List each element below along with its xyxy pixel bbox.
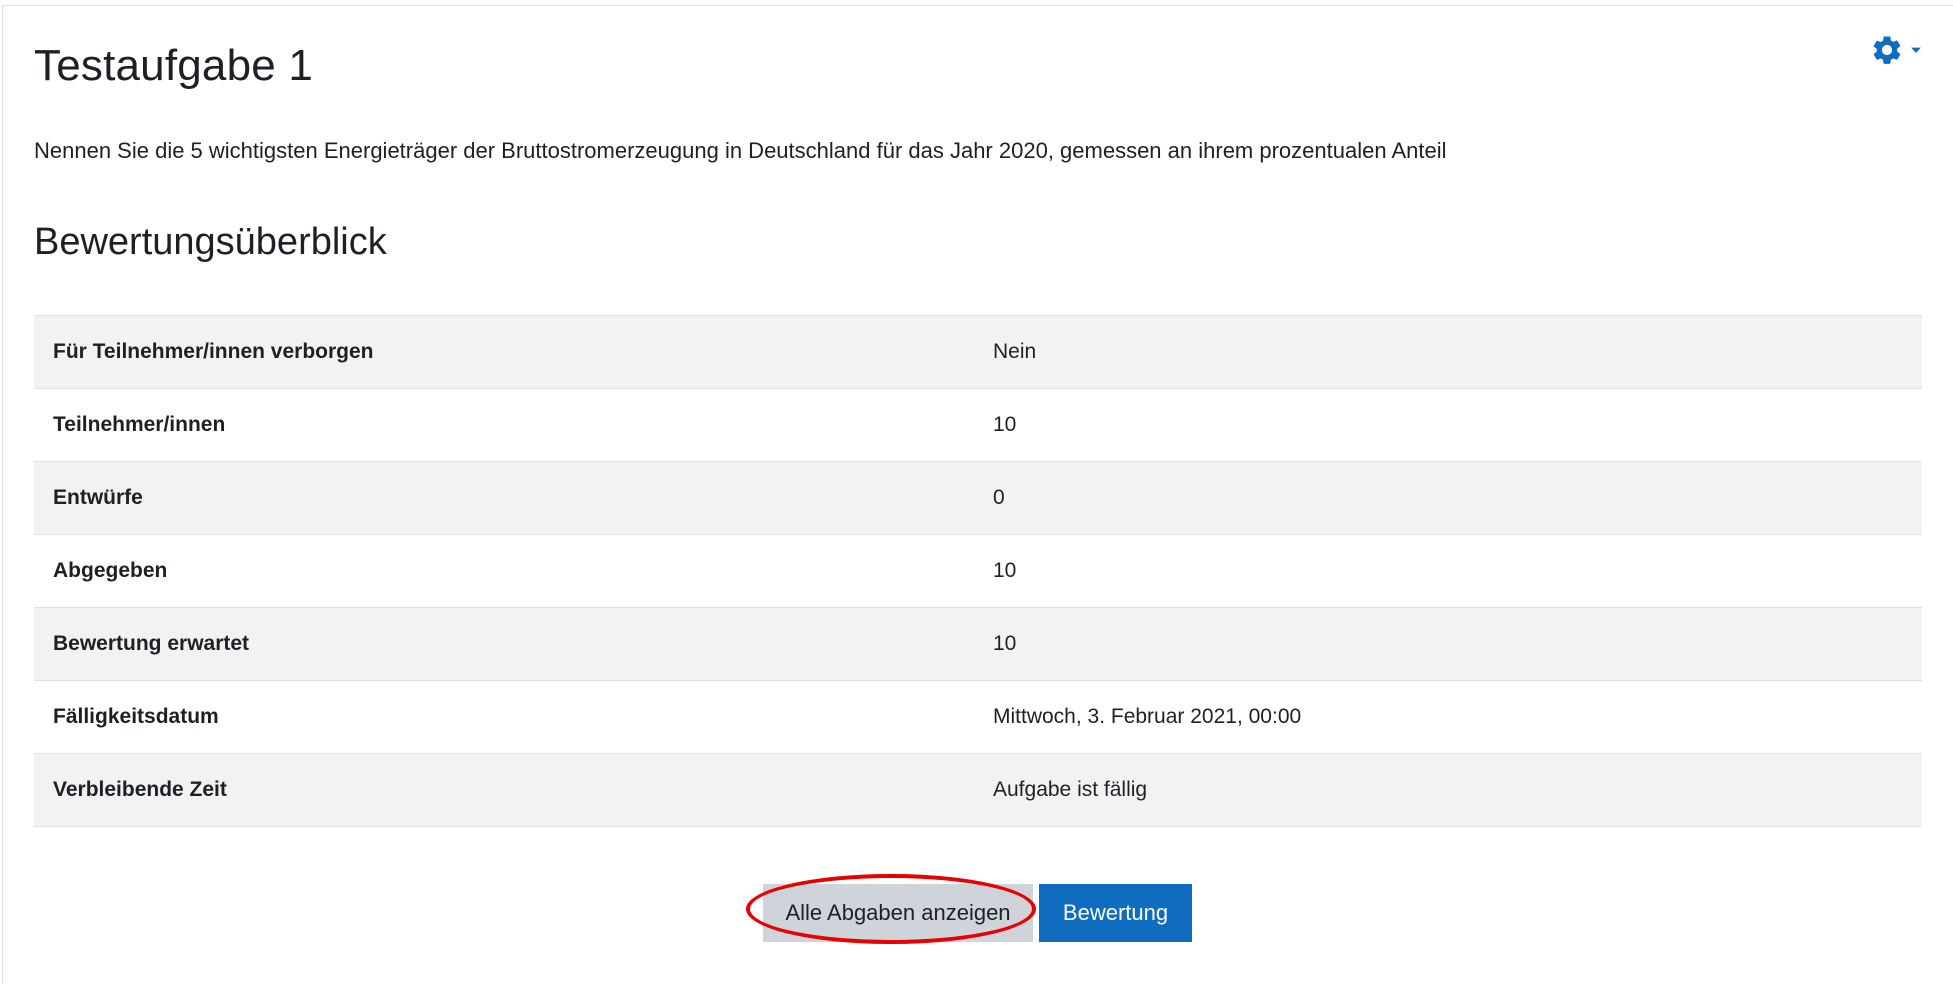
- assignment-description: Nennen Sie die 5 wichtigsten Energieträg…: [34, 138, 1447, 163]
- table-row: Bewertung erwartet 10: [34, 607, 1922, 681]
- row-label-hidden: Für Teilnehmer/innen verborgen: [34, 315, 974, 389]
- table-row: Für Teilnehmer/innen verborgen Nein: [34, 315, 1922, 389]
- row-value-submitted: 10: [974, 534, 1922, 608]
- row-value-drafts: 0: [974, 461, 1922, 535]
- row-value-time-remaining: Aufgabe ist fällig: [974, 753, 1922, 827]
- row-value-participants: 10: [974, 388, 1922, 462]
- gear-icon: [1870, 33, 1904, 67]
- table-row: Teilnehmer/innen 10: [34, 388, 1922, 462]
- grading-summary-heading: Bewertungsüberblick: [34, 221, 387, 263]
- row-label-participants: Teilnehmer/innen: [34, 388, 974, 462]
- row-value-due-date: Mittwoch, 3. Februar 2021, 00:00: [974, 680, 1922, 754]
- grading-summary-table: Für Teilnehmer/innen verborgen Nein Teil…: [34, 315, 1922, 827]
- row-value-needs-grading: 10: [974, 607, 1922, 681]
- table-row: Entwürfe 0: [34, 461, 1922, 535]
- actions-menu-toggle[interactable]: [1870, 30, 1930, 70]
- grading-actions: Alle Abgaben anzeigen Bewertung: [763, 884, 1192, 942]
- row-label-needs-grading: Bewertung erwartet: [34, 607, 974, 681]
- row-value-hidden: Nein: [974, 315, 1922, 389]
- table-row: Fälligkeitsdatum Mittwoch, 3. Februar 20…: [34, 680, 1922, 754]
- row-label-time-remaining: Verbleibende Zeit: [34, 753, 974, 827]
- page-title: Testaufgabe 1: [34, 41, 314, 90]
- table-row: Abgegeben 10: [34, 534, 1922, 608]
- view-all-submissions-button[interactable]: Alle Abgaben anzeigen: [763, 884, 1033, 942]
- row-label-due-date: Fälligkeitsdatum: [34, 680, 974, 754]
- row-label-submitted: Abgegeben: [34, 534, 974, 608]
- row-label-drafts: Entwürfe: [34, 461, 974, 535]
- table-row: Verbleibende Zeit Aufgabe ist fällig: [34, 753, 1922, 827]
- grade-button[interactable]: Bewertung: [1039, 884, 1192, 942]
- caret-down-icon: [1910, 44, 1922, 56]
